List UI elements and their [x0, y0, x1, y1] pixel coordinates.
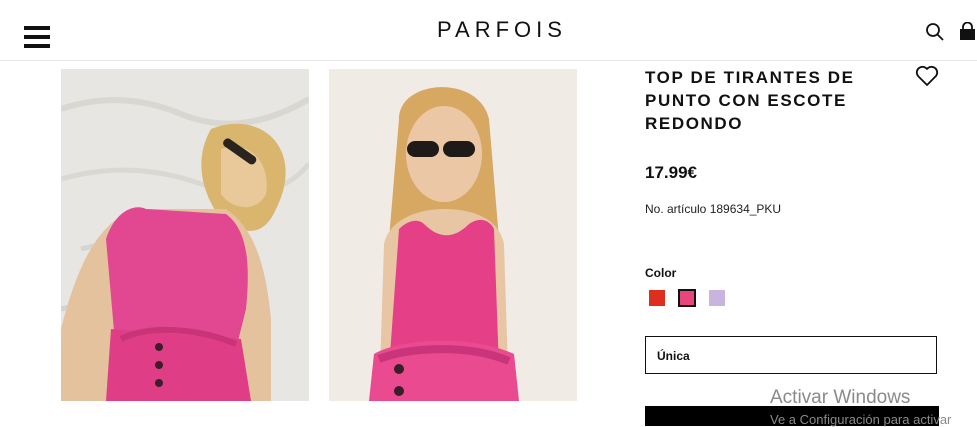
product-image-1[interactable]: [61, 69, 309, 401]
search-icon[interactable]: [925, 22, 945, 42]
size-value: Única: [657, 349, 690, 363]
windows-activation-subtitle: Ve a Configuración para activar: [770, 412, 952, 427]
color-swatch-lilac[interactable]: [709, 290, 725, 306]
color-swatch-red[interactable]: [649, 290, 665, 306]
article-number: No. artículo 189634_PKU: [645, 202, 782, 216]
product-image-2[interactable]: [329, 69, 577, 401]
site-header: PARFOIS: [0, 0, 977, 61]
windows-activation-title: Activar Windows: [770, 387, 911, 408]
color-swatch-pink-selected[interactable]: [678, 289, 696, 307]
hamburger-menu-icon[interactable]: [24, 26, 50, 48]
size-selector[interactable]: Única: [645, 336, 937, 374]
product-price: 17.99€: [645, 163, 697, 182]
shopping-bag-icon[interactable]: [958, 22, 977, 41]
heart-icon[interactable]: [915, 65, 939, 87]
color-label: Color: [645, 266, 677, 280]
brand-logo[interactable]: PARFOIS: [437, 17, 567, 43]
product-title: TOP DE TIRANTES DE PUNTO CON ESCOTE REDO…: [645, 68, 855, 133]
